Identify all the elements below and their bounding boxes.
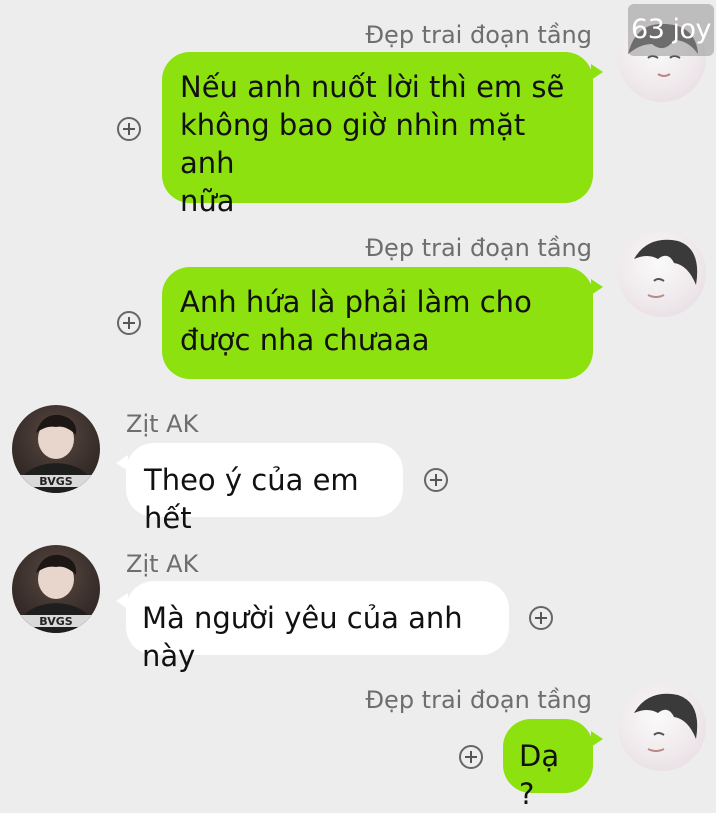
message-line: Nếu anh nuốt lời thì em sẽ xyxy=(180,70,565,104)
message-bubble[interactable]: Nếu anh nuốt lời thì em sẽ không bao giờ… xyxy=(162,52,603,218)
avatar-shirt-text: BVGS xyxy=(39,475,72,488)
message-bubble[interactable]: Anh hứa là phải làm cho được nha chưaaa xyxy=(162,267,603,379)
sender-name: Đẹp trai đoạn tầng xyxy=(365,21,592,49)
avatar-photo xyxy=(634,239,698,298)
message-bubble[interactable]: Dạ ? xyxy=(503,719,603,811)
message-line: Anh hứa là phải làm cho xyxy=(180,285,532,319)
avatar-photo: BVGS xyxy=(16,554,96,633)
message-line: được nha chưaaa xyxy=(180,323,430,357)
message-row: Đẹp trai đoạn tầng Anh hứa là phải làm c… xyxy=(0,215,716,395)
message-row: BVGS Zịt AK Theo ý của em hết xyxy=(0,395,716,535)
message-row: Đẹp trai đoạn tầng Nếu anh nuốt lời thì … xyxy=(0,0,716,218)
sender-name: Đẹp trai đoạn tầng xyxy=(365,686,592,714)
message-line: Mà người yêu của anh này xyxy=(142,601,463,673)
message-row: BVGS Zịt AK Mà người yêu của anh này xyxy=(0,535,716,675)
avatar[interactable] xyxy=(618,229,706,317)
message-bubble[interactable]: Theo ý của em hết xyxy=(116,443,403,535)
message-line: Theo ý của em hết xyxy=(144,463,359,535)
watermark: 63 joy xyxy=(628,4,714,56)
add-reaction-button[interactable] xyxy=(117,117,141,141)
sender-name: Đẹp trai đoạn tầng xyxy=(365,234,592,262)
sender-name: Zịt AK xyxy=(126,410,199,438)
sender-name: Zịt AK xyxy=(126,550,199,578)
add-reaction-button[interactable] xyxy=(117,311,141,335)
add-reaction-button[interactable] xyxy=(459,745,483,769)
message-row: Đẹp trai đoạn tầng Dạ ? xyxy=(0,675,716,811)
message-line: Dạ ? xyxy=(519,739,560,811)
avatar[interactable] xyxy=(618,683,706,771)
add-reaction-button[interactable] xyxy=(424,468,448,492)
avatar[interactable]: BVGS xyxy=(12,405,100,493)
avatar[interactable]: BVGS xyxy=(12,545,100,633)
avatar-shirt-text: BVGS xyxy=(39,615,72,628)
message-line: không bao giờ nhìn mặt anh xyxy=(180,108,526,180)
message-bubble[interactable]: Mà người yêu của anh này xyxy=(116,581,509,673)
add-reaction-button[interactable] xyxy=(529,606,553,630)
avatar-photo xyxy=(634,693,698,752)
avatar-photo: BVGS xyxy=(16,414,96,493)
